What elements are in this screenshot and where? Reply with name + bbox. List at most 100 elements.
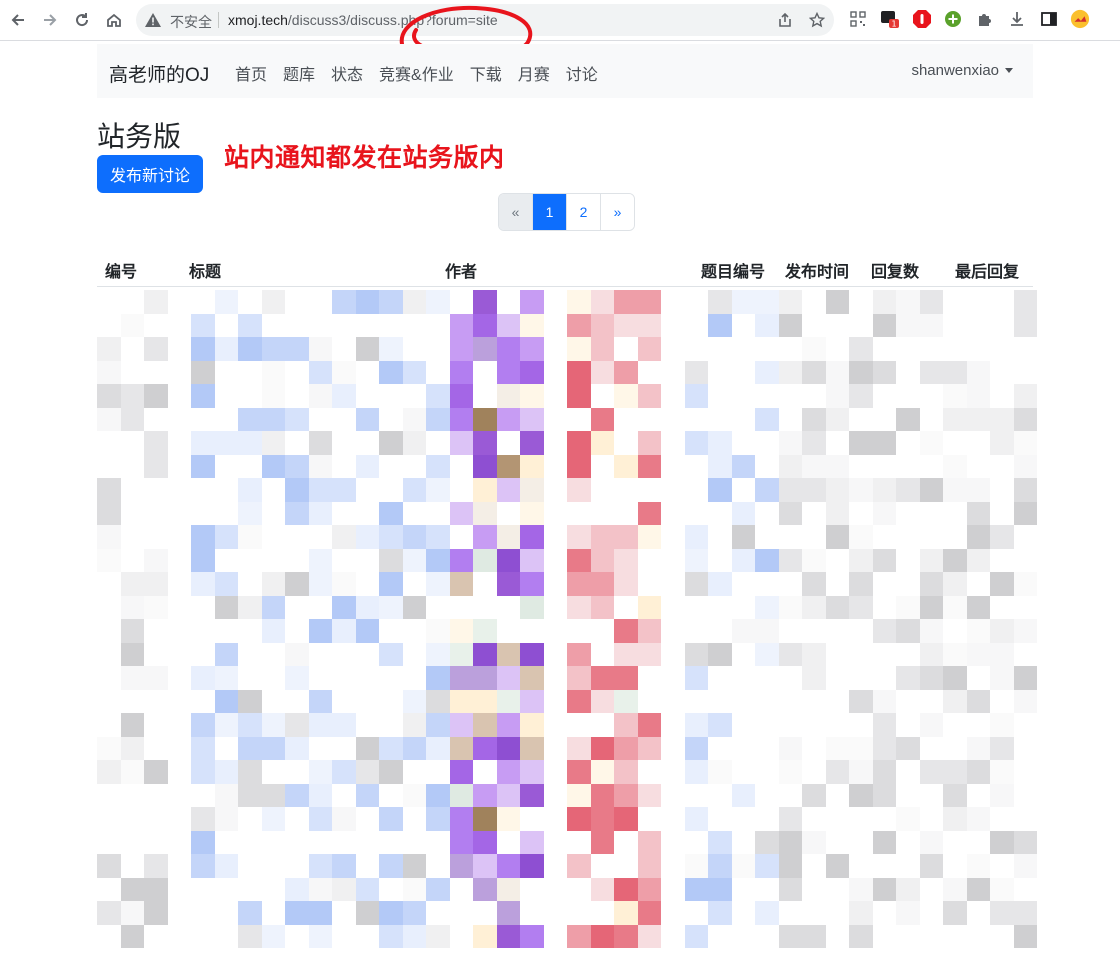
address-bar[interactable]: 不安全 xmoj.tech/discuss3/discuss.php?forum… bbox=[136, 4, 834, 36]
mosaic-cell bbox=[567, 807, 591, 831]
download-icon[interactable] bbox=[1007, 9, 1027, 29]
mosaic-cell bbox=[214, 783, 238, 807]
nav-link-discuss[interactable]: 讨论 bbox=[566, 61, 598, 85]
mosaic-cell bbox=[849, 760, 873, 784]
insecure-label[interactable]: 不安全 bbox=[170, 12, 212, 32]
brand-logo[interactable]: 高老师的OJ bbox=[109, 60, 209, 87]
mosaic-cell bbox=[238, 431, 262, 455]
share-icon[interactable] bbox=[776, 11, 794, 29]
mosaic-cell bbox=[637, 290, 661, 314]
mosaic-cell bbox=[614, 360, 638, 384]
mosaic-cell bbox=[426, 454, 450, 478]
mosaic-cell bbox=[919, 548, 943, 572]
page-next[interactable]: » bbox=[601, 194, 634, 230]
nav-link-monthly[interactable]: 月赛 bbox=[518, 61, 550, 85]
mosaic-cell bbox=[919, 478, 943, 502]
mosaic-cell bbox=[590, 572, 614, 596]
mosaic-cell bbox=[355, 760, 379, 784]
mosaic-cell bbox=[966, 760, 990, 784]
mosaic-cell bbox=[614, 760, 638, 784]
star-icon[interactable] bbox=[808, 11, 826, 29]
nav-link-status[interactable]: 状态 bbox=[331, 61, 363, 85]
url-text[interactable]: xmoj.tech/discuss3/discuss.php?forum=sit… bbox=[228, 12, 498, 28]
reload-icon[interactable] bbox=[70, 8, 94, 32]
mosaic-cell bbox=[872, 689, 896, 713]
mosaic-cell bbox=[590, 760, 614, 784]
mosaic-cell bbox=[496, 478, 520, 502]
mosaic-cell bbox=[426, 407, 450, 431]
mosaic-cell bbox=[990, 572, 1014, 596]
mosaic-cell bbox=[214, 572, 238, 596]
page-prev[interactable]: « bbox=[499, 194, 533, 230]
mosaic-cell bbox=[731, 290, 755, 314]
mosaic-cell bbox=[379, 760, 403, 784]
mosaic-cell bbox=[990, 783, 1014, 807]
mosaic-cell bbox=[238, 760, 262, 784]
mosaic-cell bbox=[144, 572, 168, 596]
mosaic-cell bbox=[473, 854, 497, 878]
mosaic-cell bbox=[896, 666, 920, 690]
mosaic-cell bbox=[778, 924, 802, 948]
mosaic-cell bbox=[238, 783, 262, 807]
mosaic-cell bbox=[473, 337, 497, 361]
mosaic-cell bbox=[637, 830, 661, 854]
adblock-icon[interactable] bbox=[912, 9, 932, 29]
home-icon[interactable] bbox=[102, 8, 126, 32]
mosaic-cell bbox=[238, 713, 262, 737]
mosaic-cell bbox=[590, 337, 614, 361]
nav-link-home[interactable]: 首页 bbox=[235, 61, 267, 85]
mosaic-cell bbox=[332, 877, 356, 901]
mosaic-cell bbox=[567, 572, 591, 596]
avatar-icon[interactable] bbox=[1070, 9, 1090, 29]
mosaic-cell bbox=[637, 854, 661, 878]
mosaic-cell bbox=[144, 454, 168, 478]
nav-link-contests[interactable]: 竞赛&作业 bbox=[379, 61, 454, 85]
warning-icon[interactable] bbox=[144, 11, 162, 34]
mosaic-cell bbox=[496, 407, 520, 431]
mosaic-cell bbox=[614, 901, 638, 925]
mosaic-cell bbox=[708, 854, 732, 878]
new-discussion-button[interactable]: 发布新讨论 bbox=[97, 155, 203, 193]
side-panel-icon[interactable] bbox=[1039, 9, 1059, 29]
mosaic-cell bbox=[97, 478, 121, 502]
mosaic-cell bbox=[496, 783, 520, 807]
mosaic-cell bbox=[144, 431, 168, 455]
mosaic-cell bbox=[637, 642, 661, 666]
qr-code-icon[interactable] bbox=[848, 9, 868, 29]
page-2[interactable]: 2 bbox=[567, 194, 601, 230]
mosaic-cell bbox=[919, 572, 943, 596]
mosaic-cell bbox=[308, 619, 332, 643]
puzzle-icon[interactable] bbox=[975, 9, 995, 29]
mosaic-cell bbox=[97, 501, 121, 525]
nav-link-problems[interactable]: 题库 bbox=[283, 61, 315, 85]
mosaic-cell bbox=[308, 384, 332, 408]
mosaic-cell bbox=[214, 807, 238, 831]
mosaic-cell bbox=[731, 525, 755, 549]
mosaic-cell bbox=[426, 666, 450, 690]
annotation-note: 站内通知都发在站务版内 bbox=[224, 144, 505, 172]
plus-extension-icon[interactable] bbox=[943, 9, 963, 29]
page-1[interactable]: 1 bbox=[533, 194, 567, 230]
user-dropdown[interactable]: shanwenxiao bbox=[911, 62, 1013, 79]
forward-arrow-icon[interactable] bbox=[38, 8, 62, 32]
mosaic-cell bbox=[520, 595, 544, 619]
mosaic-cell bbox=[896, 407, 920, 431]
mosaic-cell bbox=[684, 713, 708, 737]
mosaic-cell bbox=[97, 407, 121, 431]
back-arrow-icon[interactable] bbox=[6, 8, 30, 32]
mosaic-cell bbox=[473, 807, 497, 831]
mosaic-cell bbox=[238, 337, 262, 361]
mosaic-cell bbox=[1013, 689, 1037, 713]
mosaic-cell bbox=[590, 290, 614, 314]
mosaic-cell bbox=[637, 384, 661, 408]
mosaic-cell bbox=[285, 572, 309, 596]
mosaic-cell bbox=[308, 572, 332, 596]
nav-link-download[interactable]: 下载 bbox=[470, 61, 502, 85]
mosaic-cell bbox=[496, 384, 520, 408]
col-author: 作者 bbox=[445, 264, 478, 281]
mosaic-cell bbox=[684, 666, 708, 690]
extension-badge-icon[interactable]: 1 bbox=[880, 9, 900, 29]
mosaic-cell bbox=[802, 783, 826, 807]
mosaic-cell bbox=[520, 736, 544, 760]
mosaic-cell bbox=[990, 877, 1014, 901]
